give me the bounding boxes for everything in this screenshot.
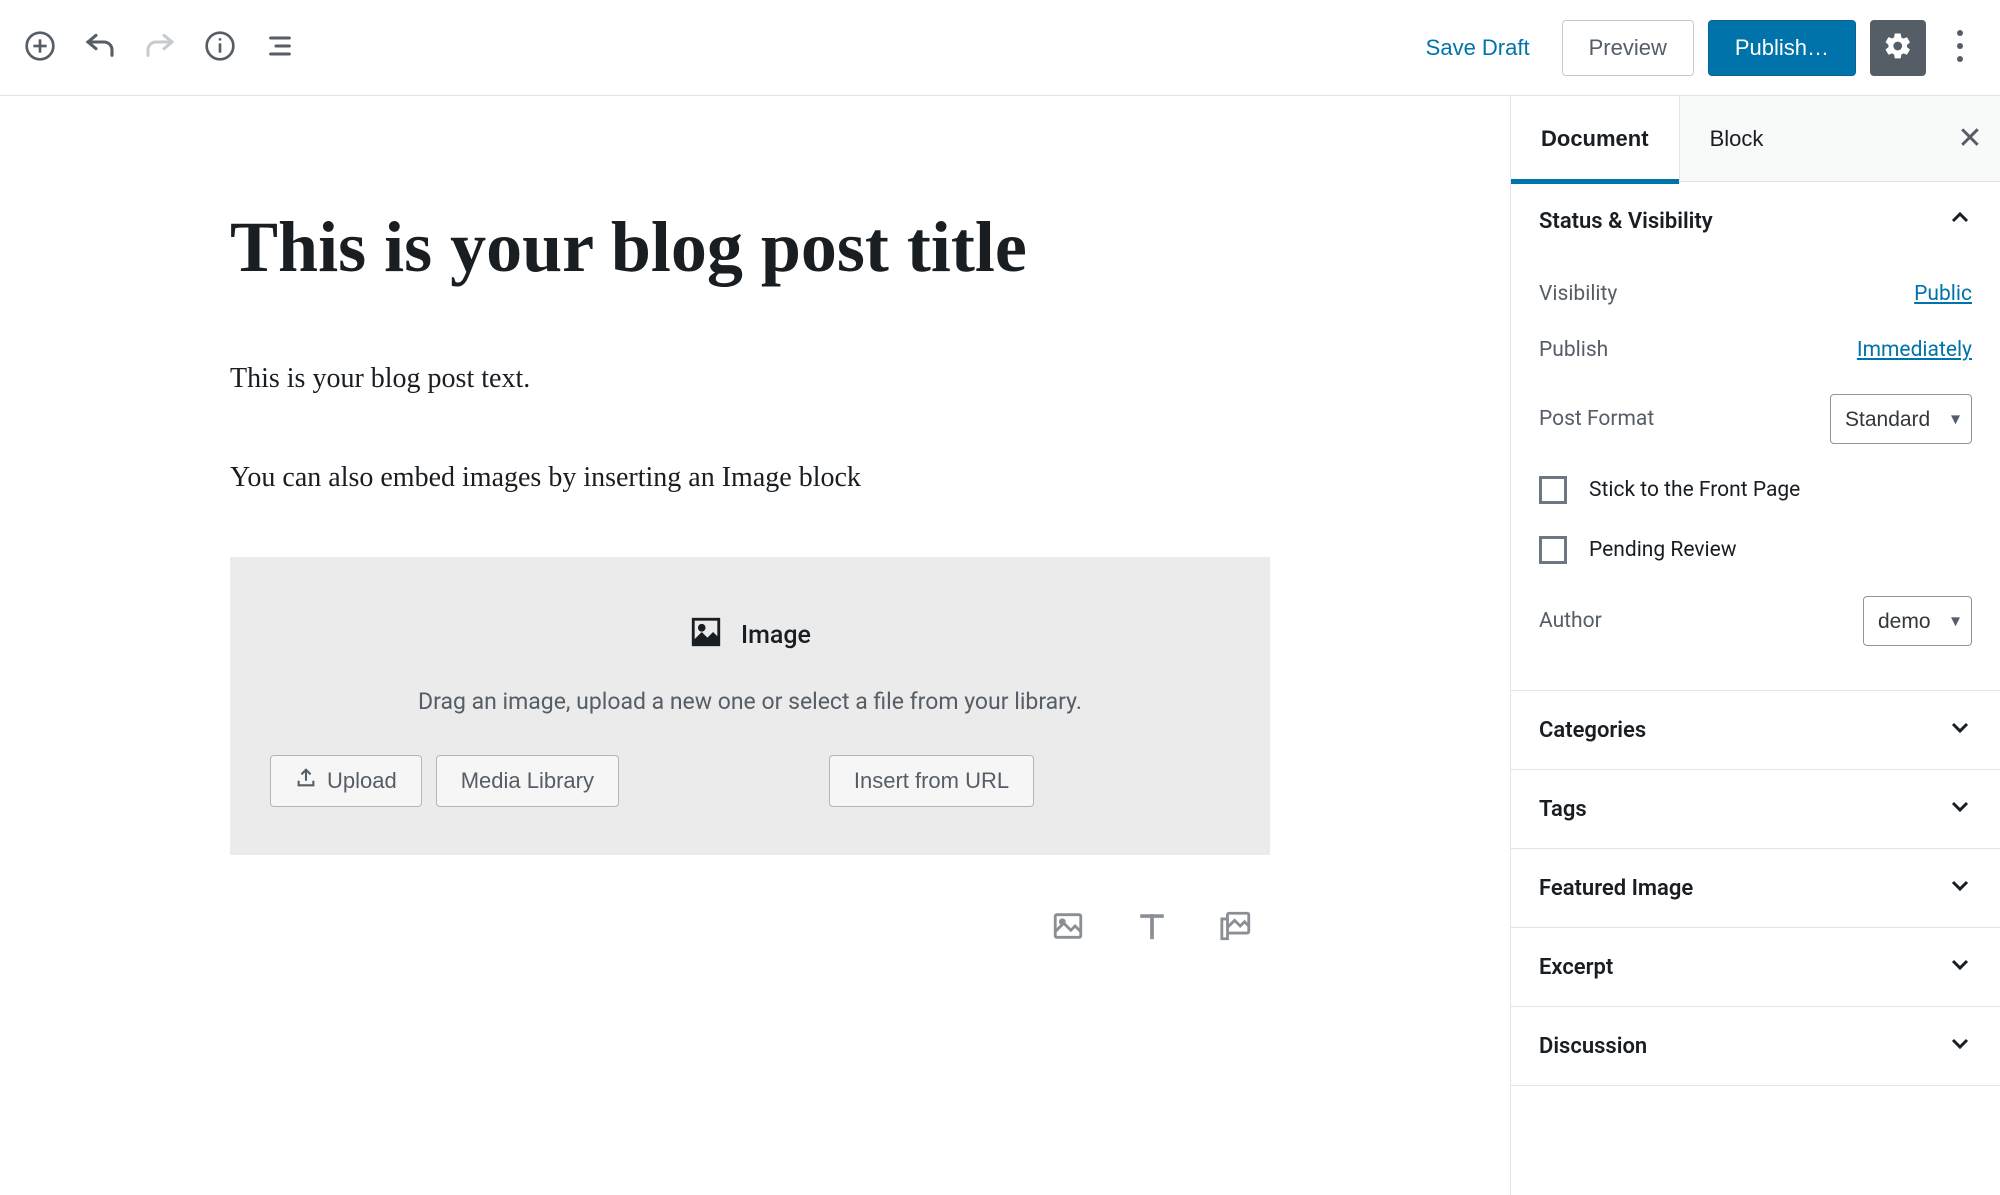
image-block-header: Image xyxy=(270,615,1230,656)
upload-button-label: Upload xyxy=(327,768,397,794)
visibility-row: Visibility Public xyxy=(1539,266,1972,322)
insert-from-url-button[interactable]: Insert from URL xyxy=(829,755,1034,807)
panel-toggle-discussion[interactable]: Discussion xyxy=(1511,1007,2000,1085)
stick-front-checkbox[interactable] xyxy=(1539,476,1567,504)
insert-heading-shortcut[interactable] xyxy=(1130,905,1174,949)
toolbar-right-group: Save Draft Preview Publish… xyxy=(1408,20,1980,76)
panel-toggle-status-visibility[interactable]: Status & Visibility xyxy=(1511,182,2000,260)
gallery-icon xyxy=(1219,909,1253,946)
panel-heading: Discussion xyxy=(1539,1034,1647,1059)
chevron-down-icon xyxy=(1948,794,1972,824)
close-icon: ✕ xyxy=(1957,121,1982,156)
pending-review-checkbox[interactable] xyxy=(1539,536,1567,564)
add-block-button[interactable] xyxy=(20,28,60,68)
post-paragraph[interactable]: This is your blog post text. xyxy=(230,359,1270,398)
post-format-label: Post Format xyxy=(1539,407,1654,431)
chevron-up-icon xyxy=(1948,206,1972,236)
image-block-label: Image xyxy=(741,621,811,650)
chevron-down-icon xyxy=(1948,873,1972,903)
publish-label: Publish xyxy=(1539,338,1608,362)
info-icon xyxy=(204,30,236,65)
chevron-down-icon xyxy=(1948,1031,1972,1061)
panel-tags: Tags xyxy=(1511,770,2000,849)
redo-button[interactable] xyxy=(140,28,180,68)
more-options-button[interactable] xyxy=(1940,20,1980,76)
media-library-button[interactable]: Media Library xyxy=(436,755,619,807)
undo-button[interactable] xyxy=(80,28,120,68)
author-row: Author demo xyxy=(1539,580,1972,662)
text-icon xyxy=(1135,909,1169,946)
chevron-down-icon xyxy=(1948,952,1972,982)
panel-heading: Featured Image xyxy=(1539,876,1693,901)
visibility-label: Visibility xyxy=(1539,282,1617,306)
outline-icon xyxy=(264,30,296,65)
publish-value-link[interactable]: Immediately xyxy=(1857,338,1972,362)
pending-review-row: Pending Review xyxy=(1539,520,1972,580)
author-select[interactable]: demo xyxy=(1863,596,1972,646)
insert-image-shortcut[interactable] xyxy=(1046,905,1090,949)
author-label: Author xyxy=(1539,609,1602,633)
post-format-select[interactable]: Standard xyxy=(1830,394,1972,444)
upload-button[interactable]: Upload xyxy=(270,755,422,807)
panel-heading: Status & Visibility xyxy=(1539,209,1713,234)
panel-featured-image: Featured Image xyxy=(1511,849,2000,928)
block-inserter-shortcuts xyxy=(230,905,1258,949)
top-toolbar: Save Draft Preview Publish… xyxy=(0,0,2000,96)
image-icon xyxy=(689,615,723,656)
image-icon xyxy=(1051,909,1085,946)
close-sidebar-button[interactable]: ✕ xyxy=(1940,96,2000,181)
panel-discussion: Discussion xyxy=(1511,1007,2000,1086)
pending-review-label: Pending Review xyxy=(1589,538,1737,562)
panel-toggle-tags[interactable]: Tags xyxy=(1511,770,2000,848)
panel-toggle-categories[interactable]: Categories xyxy=(1511,691,2000,769)
post-paragraph[interactable]: You can also embed images by inserting a… xyxy=(230,458,1270,497)
chevron-down-icon xyxy=(1948,715,1972,745)
editor-area: This is your blog post title This is you… xyxy=(0,96,1510,1195)
undo-icon xyxy=(84,30,116,65)
save-draft-button[interactable]: Save Draft xyxy=(1408,25,1548,71)
redo-icon xyxy=(144,30,176,65)
upload-icon xyxy=(295,767,317,795)
tab-document[interactable]: Document xyxy=(1510,95,1680,183)
image-block-description: Drag an image, upload a new one or selec… xyxy=(270,688,1230,715)
workspace: This is your blog post title This is you… xyxy=(0,96,2000,1195)
panel-heading: Categories xyxy=(1539,718,1646,743)
panel-heading: Excerpt xyxy=(1539,955,1613,980)
gear-icon xyxy=(1883,31,1913,64)
post-title[interactable]: This is your blog post title xyxy=(230,206,1270,289)
sidebar-tabs: Document Block ✕ xyxy=(1511,96,2000,182)
panel-toggle-featured-image[interactable]: Featured Image xyxy=(1511,849,2000,927)
post-format-row: Post Format Standard xyxy=(1539,378,1972,460)
plus-circle-icon xyxy=(24,30,56,65)
settings-sidebar: Document Block ✕ Status & Visibility Vis… xyxy=(1510,96,2000,1195)
settings-toggle-button[interactable] xyxy=(1870,20,1926,76)
stick-front-row: Stick to the Front Page xyxy=(1539,460,1972,520)
tab-block[interactable]: Block xyxy=(1680,96,1794,181)
visibility-value-link[interactable]: Public xyxy=(1914,282,1972,306)
panel-heading: Tags xyxy=(1539,797,1587,822)
image-block-placeholder[interactable]: Image Drag an image, upload a new one or… xyxy=(230,557,1270,855)
panel-excerpt: Excerpt xyxy=(1511,928,2000,1007)
image-block-buttons: Upload Media Library Insert from URL xyxy=(270,755,1230,807)
stick-front-label: Stick to the Front Page xyxy=(1589,478,1800,502)
panel-toggle-excerpt[interactable]: Excerpt xyxy=(1511,928,2000,1006)
block-navigation-button[interactable] xyxy=(260,28,300,68)
toolbar-left-group xyxy=(20,28,300,68)
preview-button[interactable]: Preview xyxy=(1562,20,1694,76)
kebab-icon xyxy=(1956,29,1964,66)
insert-gallery-shortcut[interactable] xyxy=(1214,905,1258,949)
panel-categories: Categories xyxy=(1511,691,2000,770)
publish-button[interactable]: Publish… xyxy=(1708,20,1856,76)
publish-row: Publish Immediately xyxy=(1539,322,1972,378)
panel-status-visibility: Status & Visibility Visibility Public Pu… xyxy=(1511,182,2000,691)
content-info-button[interactable] xyxy=(200,28,240,68)
